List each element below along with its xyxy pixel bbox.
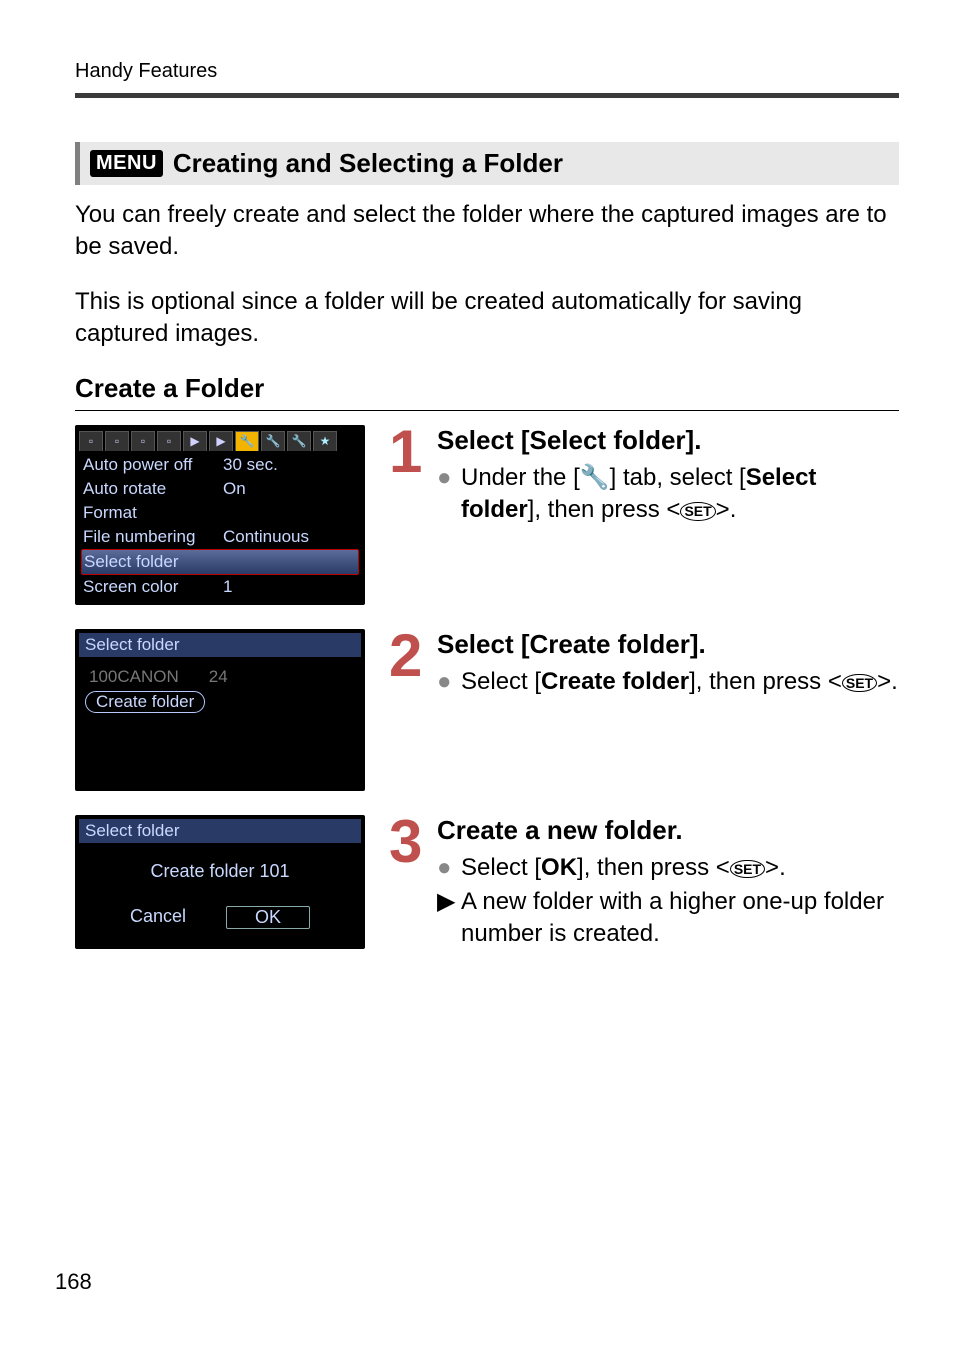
menu-row: Auto power off30 sec. [81,453,359,477]
set-key-icon: SET [680,502,715,521]
menu-row: Format [81,501,359,525]
step-1: ▫ ▫ ▫ ▫ ▶ ▶ 🔧 🔧 🔧 ★ Auto power off30 sec… [75,425,899,605]
step-1-b1-post: ], then press < [528,496,681,523]
step-3-b1-bold: OK [541,854,577,881]
menu-row-label: Format [83,503,223,523]
step-3: Select folder Create folder 101 Cancel O… [75,815,899,953]
tab-wrench-1-icon: 🔧 [235,431,259,451]
shot2-title: Select folder [79,633,361,657]
set-key-icon: SET [730,860,765,879]
tab-camera-4-icon: ▫ [157,431,181,451]
menu-row: File numberingContinuous [81,525,359,549]
tab-play-1-icon: ▶ [183,431,207,451]
shot2-create-folder: Create folder [85,691,205,713]
page-header-title: Handy Features [75,60,899,83]
page-number: 168 [55,1269,92,1295]
bullet-dot-icon: ● [437,462,461,527]
step-3-bullet-2: ▶ A new folder with a higher one-up fold… [437,886,899,951]
tab-play-2-icon: ▶ [209,431,233,451]
shot3-dialog-text: Create folder 101 [79,843,361,906]
screenshot-2: Select folder 100CANON 24 Create folder [75,629,365,791]
intro-paragraph-1: You can freely create and select the fol… [75,199,899,264]
step-2-b1-bold: Create folder [541,668,689,695]
step-1-b1-end: >. [716,496,737,523]
shot2-folder-row: 100CANON 24 [85,665,355,689]
step-2-title: Select [Create folder]. [437,629,899,660]
step-2-b1-mid: ], then press < [689,668,842,695]
step-2-b1-end: >. [877,668,898,695]
result-triangle-icon: ▶ [437,886,461,951]
tab-wrench-3-icon: 🔧 [287,431,311,451]
step-2: Select folder 100CANON 24 Create folder … [75,629,899,791]
menu-row-value: 1 [223,577,232,597]
menu-rows: Auto power off30 sec.Auto rotateOnFormat… [75,451,365,605]
tab-wrench-2-icon: 🔧 [261,431,285,451]
menu-row-value: On [223,479,246,499]
step-2-bullet-1: ● Select [Create folder], then press <SE… [437,666,899,698]
tab-camera-2-icon: ▫ [105,431,129,451]
step-3-b1-mid: ], then press < [577,854,730,881]
bullet-dot-icon: ● [437,666,461,698]
screenshot-3: Select folder Create folder 101 Cancel O… [75,815,365,949]
step-3-b1-end: >. [765,854,786,881]
shot2-folder-count: 24 [209,667,228,687]
shot2-folder-name: 100CANON [89,667,179,687]
shot3-cancel-button: Cancel [130,906,186,929]
subhead: Create a Folder [75,373,899,410]
menu-row-label: Auto rotate [83,479,223,499]
menu-row: Select folder [81,549,359,575]
step-1-title: Select [Select folder]. [437,425,899,456]
step-number-3: 3 [389,815,437,953]
menu-row-value: Continuous [223,527,309,547]
menu-tabs: ▫ ▫ ▫ ▫ ▶ ▶ 🔧 🔧 🔧 ★ [75,425,365,451]
step-3-title: Create a new folder. [437,815,899,846]
step-1-bullet-1: ● Under the [🔧] tab, select [Select fold… [437,462,899,527]
step-3-bullet-1: ● Select [OK], then press <SET>. [437,852,899,884]
section-heading: MENU Creating and Selecting a Folder [75,142,899,185]
screenshot-1: ▫ ▫ ▫ ▫ ▶ ▶ 🔧 🔧 🔧 ★ Auto power off30 sec… [75,425,365,605]
shot3-dialog-buttons: Cancel OK [79,906,361,945]
section-heading-text: Creating and Selecting a Folder [173,148,563,179]
bullet-dot-icon: ● [437,852,461,884]
step-2-b1-pre: Select [ [461,668,541,695]
step-3-b2: A new folder with a higher one-up folder… [461,886,899,951]
step-3-b1-pre: Select [ [461,854,541,881]
step-1-b1-mid: ] tab, select [ [610,464,746,491]
set-key-icon: SET [842,674,877,693]
intro-paragraph-2: This is optional since a folder will be … [75,286,899,351]
menu-row: Auto rotateOn [81,477,359,501]
step-number-1: 1 [389,425,437,529]
menu-row: Screen color1 [81,575,359,599]
wrench-icon: 🔧 [580,464,610,491]
menu-row-label: File numbering [83,527,223,547]
step-1-b1-pre: Under the [ [461,464,580,491]
tab-star-icon: ★ [313,431,337,451]
shot3-ok-button: OK [226,906,310,929]
menu-row-label: Screen color [83,577,223,597]
menu-row-label: Select folder [84,552,224,572]
menu-row-value: 30 sec. [223,455,278,475]
tab-camera-1-icon: ▫ [79,431,103,451]
menu-badge: MENU [90,150,163,177]
step-number-2: 2 [389,629,437,700]
subhead-wrap: Create a Folder [75,373,899,411]
menu-row-label: Auto power off [83,455,223,475]
tab-camera-3-icon: ▫ [131,431,155,451]
shot3-title: Select folder [79,819,361,843]
header-rule [75,93,899,98]
